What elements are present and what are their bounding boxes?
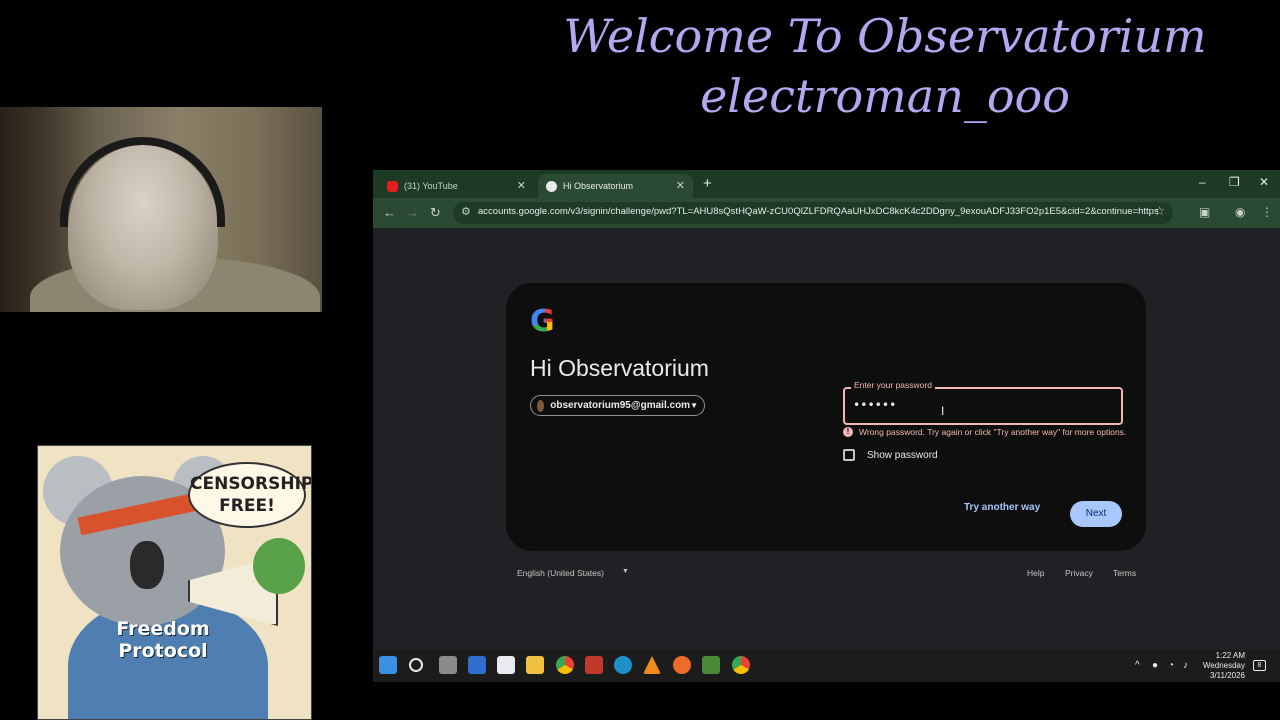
privacy-link[interactable]: Privacy [1065, 568, 1093, 578]
task-view-icon[interactable] [439, 656, 457, 674]
profile-icon[interactable]: ◉ [1235, 205, 1245, 219]
clock-date: 3/11/2026 [1210, 671, 1245, 680]
checkbox-icon[interactable] [843, 449, 855, 461]
hoodie-line-2: Protocol [118, 640, 208, 662]
tab-label: (31) YouTube [404, 181, 458, 191]
site-info-icon[interactable]: ⚙ [461, 205, 471, 218]
tab-strip: (31) YouTube ✕ Hi Observatorium ✕ + – ❐ … [373, 170, 1280, 198]
windows-start-icon[interactable] [379, 656, 397, 674]
edge-icon[interactable] [614, 656, 632, 674]
stream-overlay-title: Welcome To Observatorium electroman_ooo [560, 6, 1210, 126]
file-explorer-icon[interactable] [526, 656, 544, 674]
app-icon[interactable] [585, 656, 603, 674]
page-title: Hi Observatorium [530, 355, 709, 381]
chrome-active-icon[interactable] [732, 656, 750, 674]
overlay-line-1: Welcome To Observatorium [563, 9, 1207, 63]
avatar [537, 399, 545, 412]
page-content: G Hi Observatorium observatorium95@gmail… [373, 228, 1280, 650]
language-select[interactable]: English (United States) [517, 568, 604, 578]
store-icon[interactable] [497, 656, 515, 674]
address-bar[interactable]: ⚙ accounts.google.com/v3/signin/challeng… [453, 202, 1173, 224]
page-footer: English (United States) ▼ Help Privacy T… [517, 568, 1137, 582]
koala-nose [130, 541, 164, 589]
show-password-label: Show password [867, 449, 938, 461]
show-password-toggle[interactable]: Show password [843, 449, 938, 461]
close-icon[interactable]: ✕ [676, 179, 685, 192]
google-icon [546, 180, 557, 192]
search-icon[interactable] [409, 658, 423, 672]
tab-label: Hi Observatorium [563, 181, 634, 191]
tab-signin[interactable]: Hi Observatorium ✕ [538, 174, 693, 198]
close-window-icon[interactable]: ✕ [1259, 175, 1269, 189]
microphone-icon[interactable]: ● [1152, 660, 1158, 671]
next-button[interactable]: Next [1070, 501, 1122, 527]
chevron-up-icon[interactable]: ^ [1135, 660, 1140, 671]
overlay-line-2: electroman_ooo [700, 69, 1070, 123]
volume-icon[interactable]: ♪ [1183, 660, 1188, 671]
network-icon[interactable]: ◔ [1168, 660, 1174, 671]
brave-icon[interactable] [673, 656, 691, 674]
bubble-line-2: FREE! [219, 496, 275, 516]
taskbar: ^ ● ◔ ♪ 1:22 AM Wednesday 3/11/2026 8 [373, 650, 1280, 682]
close-icon[interactable]: ✕ [517, 179, 526, 192]
try-another-way-button[interactable]: Try another way [964, 502, 1040, 513]
forward-icon[interactable]: → [406, 205, 419, 220]
account-chip[interactable]: observatorium95@gmail.com ▼ [530, 395, 705, 416]
error-icon: ! [843, 427, 853, 437]
sidepanel-icon[interactable]: ▣ [1199, 205, 1210, 219]
app-icon-2[interactable] [702, 656, 720, 674]
text-cursor-icon: I [941, 404, 945, 418]
password-label: Enter your password [851, 380, 935, 390]
stream-canvas: Welcome To Observatorium electroman_ooo … [0, 0, 1280, 720]
account-email: observatorium95@gmail.com [550, 400, 691, 411]
tab-youtube[interactable]: (31) YouTube ✕ [379, 174, 534, 198]
minimize-icon[interactable]: – [1199, 175, 1206, 189]
browser-toolbar: ← → ↻ ⚙ accounts.google.com/v3/signin/ch… [373, 198, 1280, 228]
chevron-down-icon[interactable]: ▼ [622, 568, 629, 575]
clock-day: Wednesday [1202, 661, 1245, 670]
password-error: ! Wrong password. Try again or click "Tr… [843, 427, 1126, 437]
back-icon[interactable]: ← [383, 205, 396, 220]
help-link[interactable]: Help [1027, 568, 1044, 578]
clock-time: 1:22 AM [1215, 651, 1245, 660]
vlc-icon[interactable] [643, 656, 661, 674]
signin-card: G Hi Observatorium observatorium95@gmail… [506, 283, 1146, 551]
youtube-icon [387, 180, 398, 192]
system-clock[interactable]: 1:22 AM Wednesday 3/11/2026 [1193, 651, 1245, 681]
bubble-line-1: CENSORSHIP [190, 474, 312, 494]
hoodie-line-1: Freedom [116, 618, 210, 640]
terms-link[interactable]: Terms [1113, 568, 1136, 578]
headphones-icon [60, 137, 225, 227]
widgets-icon[interactable] [468, 656, 486, 674]
koala-poster: CENSORSHIP FREE! Freedom Protocol [37, 445, 312, 720]
password-field[interactable]: Enter your password I [843, 380, 1123, 425]
restore-icon[interactable]: ❐ [1229, 175, 1240, 189]
menu-icon[interactable]: ⋮ [1261, 205, 1273, 219]
new-tab-icon[interactable]: + [703, 175, 712, 192]
notification-icon[interactable]: 8 [1253, 660, 1266, 671]
star-icon[interactable]: ☆ [1154, 204, 1165, 218]
chevron-down-icon: ▼ [690, 401, 698, 410]
error-text: Wrong password. Try again or click "Try … [859, 427, 1127, 437]
browser-window: (31) YouTube ✕ Hi Observatorium ✕ + – ❐ … [373, 170, 1280, 650]
frog-icon [253, 538, 305, 594]
url-text[interactable]: accounts.google.com/v3/signin/challenge/… [478, 206, 1158, 217]
chrome-icon[interactable] [556, 656, 574, 674]
speech-bubble: CENSORSHIP FREE! [188, 462, 312, 528]
password-input[interactable] [853, 398, 1113, 412]
google-logo-icon: G [530, 307, 560, 337]
hoodie-text: Freedom Protocol [88, 618, 238, 662]
reload-icon[interactable]: ↻ [430, 205, 441, 221]
webcam-feed [0, 107, 322, 312]
